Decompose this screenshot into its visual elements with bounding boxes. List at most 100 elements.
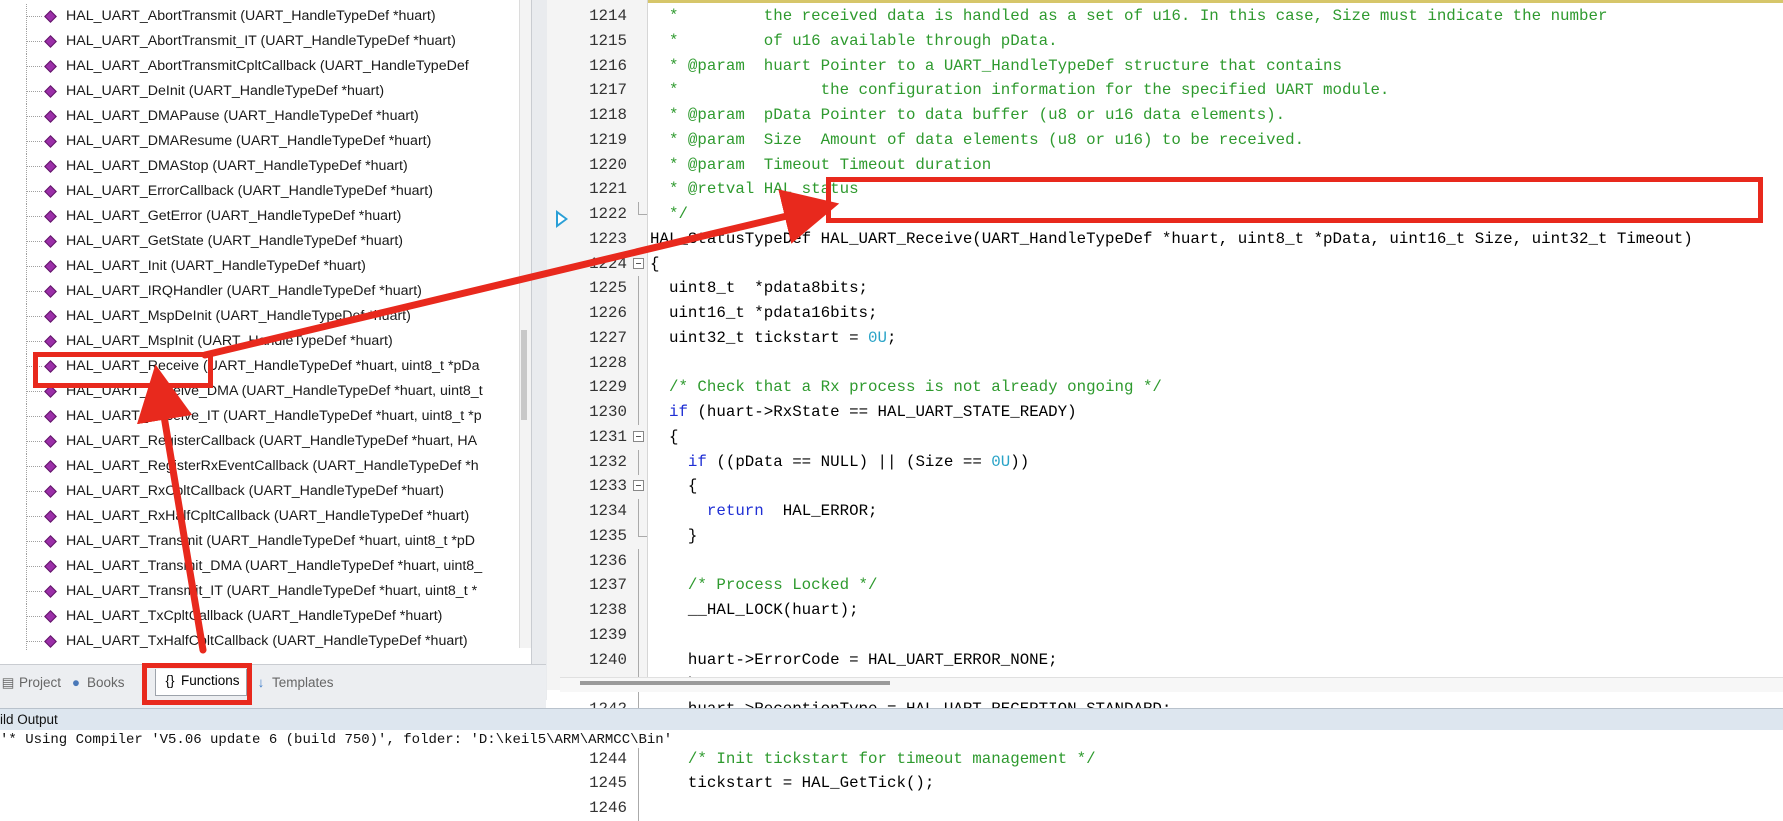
code-line[interactable]: 1245 tickstart = HAL_GetTick(); <box>547 771 1783 797</box>
function-list-item[interactable]: HAL_UART_RxCpltCallback (UART_HandleType… <box>0 479 530 504</box>
tab-project[interactable]: ▤ Project <box>0 671 61 695</box>
function-list-item[interactable]: HAL_UART_Transmit (UART_HandleTypeDef *h… <box>0 529 530 554</box>
code-text: } <box>650 526 698 545</box>
code-text: * the configuration information for the … <box>650 81 1390 100</box>
functions-list: HAL_UART_AbortTransmit (UART_HandleTypeD… <box>0 4 530 650</box>
function-list-item[interactable]: HAL_UART_Receive_IT (UART_HandleTypeDef … <box>0 404 530 429</box>
code-line[interactable]: 1246 <box>547 796 1783 821</box>
fold-guide <box>638 746 639 772</box>
function-icon <box>44 585 57 598</box>
tree-connector <box>27 391 42 392</box>
code-line[interactable]: 1233 { <box>547 474 1783 499</box>
fold-toggle-icon[interactable] <box>633 257 644 269</box>
code-line[interactable]: 1218 * @param pData Pointer to data buff… <box>547 103 1783 128</box>
line-number: 1236 <box>589 551 627 570</box>
fold-guide <box>638 400 639 425</box>
function-list-item[interactable]: HAL_UART_Init (UART_HandleTypeDef *huart… <box>0 254 530 279</box>
function-signature: HAL_UART_DeInit (UART_HandleTypeDef *hua… <box>66 83 385 99</box>
function-list-item[interactable]: HAL_UART_RxHalfCpltCallback (UART_Handle… <box>0 504 530 529</box>
code-line[interactable]: 1214 * the received data is handled as a… <box>547 4 1783 29</box>
function-list-item[interactable]: HAL_UART_GetState (UART_HandleTypeDef *h… <box>0 229 530 254</box>
function-list-item[interactable]: HAL_UART_DMAPause (UART_HandleTypeDef *h… <box>0 104 530 129</box>
function-list-item[interactable]: HAL_UART_DMAStop (UART_HandleTypeDef *hu… <box>0 154 530 179</box>
code-line[interactable]: 1219 * @param Size Amount of data elemen… <box>547 128 1783 153</box>
code-text: uint8_t *pdata8bits; <box>650 279 869 298</box>
tab-templates[interactable]: ↓ Templates <box>253 671 334 695</box>
function-list-item[interactable]: HAL_UART_DeInit (UART_HandleTypeDef *hua… <box>0 79 530 104</box>
fold-guide <box>638 350 639 376</box>
code-text: if (huart->RxState == HAL_UART_STATE_REA… <box>668 403 1077 421</box>
code-line[interactable]: 1217 * the configuration information for… <box>547 78 1783 103</box>
line-number: 1238 <box>589 601 627 619</box>
code-line[interactable]: 1220 * @param Timeout Timeout duration <box>547 153 1783 178</box>
function-list-item[interactable]: HAL_UART_AbortTransmit_IT (UART_HandleTy… <box>0 29 530 54</box>
line-number: 1231 <box>589 427 627 446</box>
function-icon <box>44 535 57 548</box>
line-number: 1214 <box>589 7 627 25</box>
tree-connector <box>27 266 42 267</box>
fold-guide <box>638 499 639 524</box>
line-number: 1226 <box>589 304 627 322</box>
function-signature: HAL_UART_AbortTransmitCpltCallback (UART… <box>66 58 469 74</box>
function-list-item[interactable]: HAL_UART_IRQHandler (UART_HandleTypeDef … <box>0 279 530 304</box>
code-line[interactable]: 1224 { <box>547 252 1783 277</box>
function-list-item[interactable]: HAL_UART_AbortTransmit (UART_HandleTypeD… <box>0 4 530 29</box>
code-line[interactable]: 1236 <box>547 548 1783 574</box>
code-line[interactable]: 1227 uint32_t tickstart = 0U; <box>547 325 1783 351</box>
function-signature: HAL_UART_RegisterRxEventCallback (UART_H… <box>66 458 479 474</box>
function-icon <box>44 610 57 623</box>
function-list-item[interactable]: HAL_UART_Transmit_IT (UART_HandleTypeDef… <box>0 579 530 604</box>
code-line[interactable]: 1223 HAL_StatusTypeDef HAL_UART_Receive(U… <box>547 227 1783 252</box>
function-list-item[interactable]: HAL_UART_GetError (UART_HandleTypeDef *h… <box>0 204 530 229</box>
code-line[interactable]: 1231 { <box>547 425 1783 450</box>
code-line[interactable]: 1237 /* Process Locked */ <box>547 573 1783 599</box>
function-list-item[interactable]: HAL_UART_ErrorCallback (UART_HandleTypeD… <box>0 179 530 204</box>
code-line[interactable]: 1226 uint16_t *pdata16bits; <box>547 301 1783 326</box>
function-icon <box>44 410 57 423</box>
tree-connector <box>27 491 42 492</box>
function-signature: HAL_UART_TxHalfCpltCallback (UART_Handle… <box>66 633 468 649</box>
fold-toggle-icon[interactable] <box>633 430 644 442</box>
code-line[interactable]: 1239 <box>547 622 1783 648</box>
line-number: 1221 <box>589 180 627 199</box>
function-icon <box>44 485 57 498</box>
code-line[interactable]: 1234 return HAL_ERROR; <box>547 499 1783 524</box>
code-line[interactable]: 1216 * @param huart Pointer to a UART_Ha… <box>547 54 1783 79</box>
fold-toggle-icon[interactable] <box>633 480 644 492</box>
function-list-item[interactable]: HAL_UART_MspInit (UART_HandleTypeDef *hu… <box>0 329 530 354</box>
function-list-item[interactable]: HAL_UART_RegisterRxEventCallback (UART_H… <box>0 454 530 479</box>
function-signature: HAL_UART_Transmit (UART_HandleTypeDef *h… <box>66 533 475 549</box>
line-number: 1215 <box>589 31 627 50</box>
function-list-item[interactable]: HAL_UART_AbortTransmitCpltCallback (UART… <box>0 54 530 79</box>
functions-scroll-thumb[interactable] <box>521 330 527 420</box>
code-line[interactable]: 1225 uint8_t *pdata8bits; <box>547 276 1783 302</box>
function-list-item[interactable]: HAL_UART_RegisterCallback (UART_HandleTy… <box>0 429 530 454</box>
code-line[interactable]: 1232 if ((pData == NULL) || (Size == 0U)… <box>547 449 1783 475</box>
function-icon <box>44 160 57 173</box>
function-list-item[interactable]: HAL_UART_TxCpltCallback (UART_HandleType… <box>0 604 530 629</box>
code-text: __HAL_LOCK(huart); <box>650 601 859 619</box>
function-list-item[interactable]: HAL_UART_MspDeInit (UART_HandleTypeDef *… <box>0 304 530 329</box>
line-number: 1228 <box>589 353 627 372</box>
code-lines[interactable]: 1214 * the received data is handled as a… <box>547 4 1783 821</box>
fold-guide <box>638 573 639 599</box>
function-signature: HAL_UART_GetError (UART_HandleTypeDef *h… <box>66 208 402 224</box>
fold-guide <box>638 647 639 673</box>
function-list-item[interactable]: HAL_UART_Transmit_DMA (UART_HandleTypeDe… <box>0 554 530 579</box>
function-list-item[interactable]: HAL_UART_TxHalfCpltCallback (UART_Handle… <box>0 629 530 650</box>
code-line[interactable]: 1235 } <box>547 523 1783 549</box>
code-line[interactable]: 1240 huart->ErrorCode = HAL_UART_ERROR_N… <box>547 647 1783 673</box>
code-line[interactable]: 1230 if (huart->RxState == HAL_UART_STAT… <box>547 400 1783 425</box>
editor-horizontal-scroll-thumb[interactable] <box>580 681 890 685</box>
tab-books[interactable]: ● Books <box>68 671 125 695</box>
fold-guide <box>638 276 639 302</box>
code-line[interactable]: 1238 __HAL_LOCK(huart); <box>547 598 1783 623</box>
function-list-item[interactable]: HAL_UART_DMAResume (UART_HandleTypeDef *… <box>0 129 530 154</box>
tree-connector <box>27 591 42 592</box>
code-line[interactable]: 1215 * of u16 available through pData. <box>547 29 1783 54</box>
code-line[interactable]: 1228 <box>547 350 1783 376</box>
function-icon <box>44 210 57 223</box>
line-number: 1225 <box>589 279 627 298</box>
code-line[interactable]: 1244 /* Init tickstart for timeout manag… <box>547 746 1783 772</box>
code-line[interactable]: 1229 /* Check that a Rx process is not a… <box>547 375 1783 401</box>
